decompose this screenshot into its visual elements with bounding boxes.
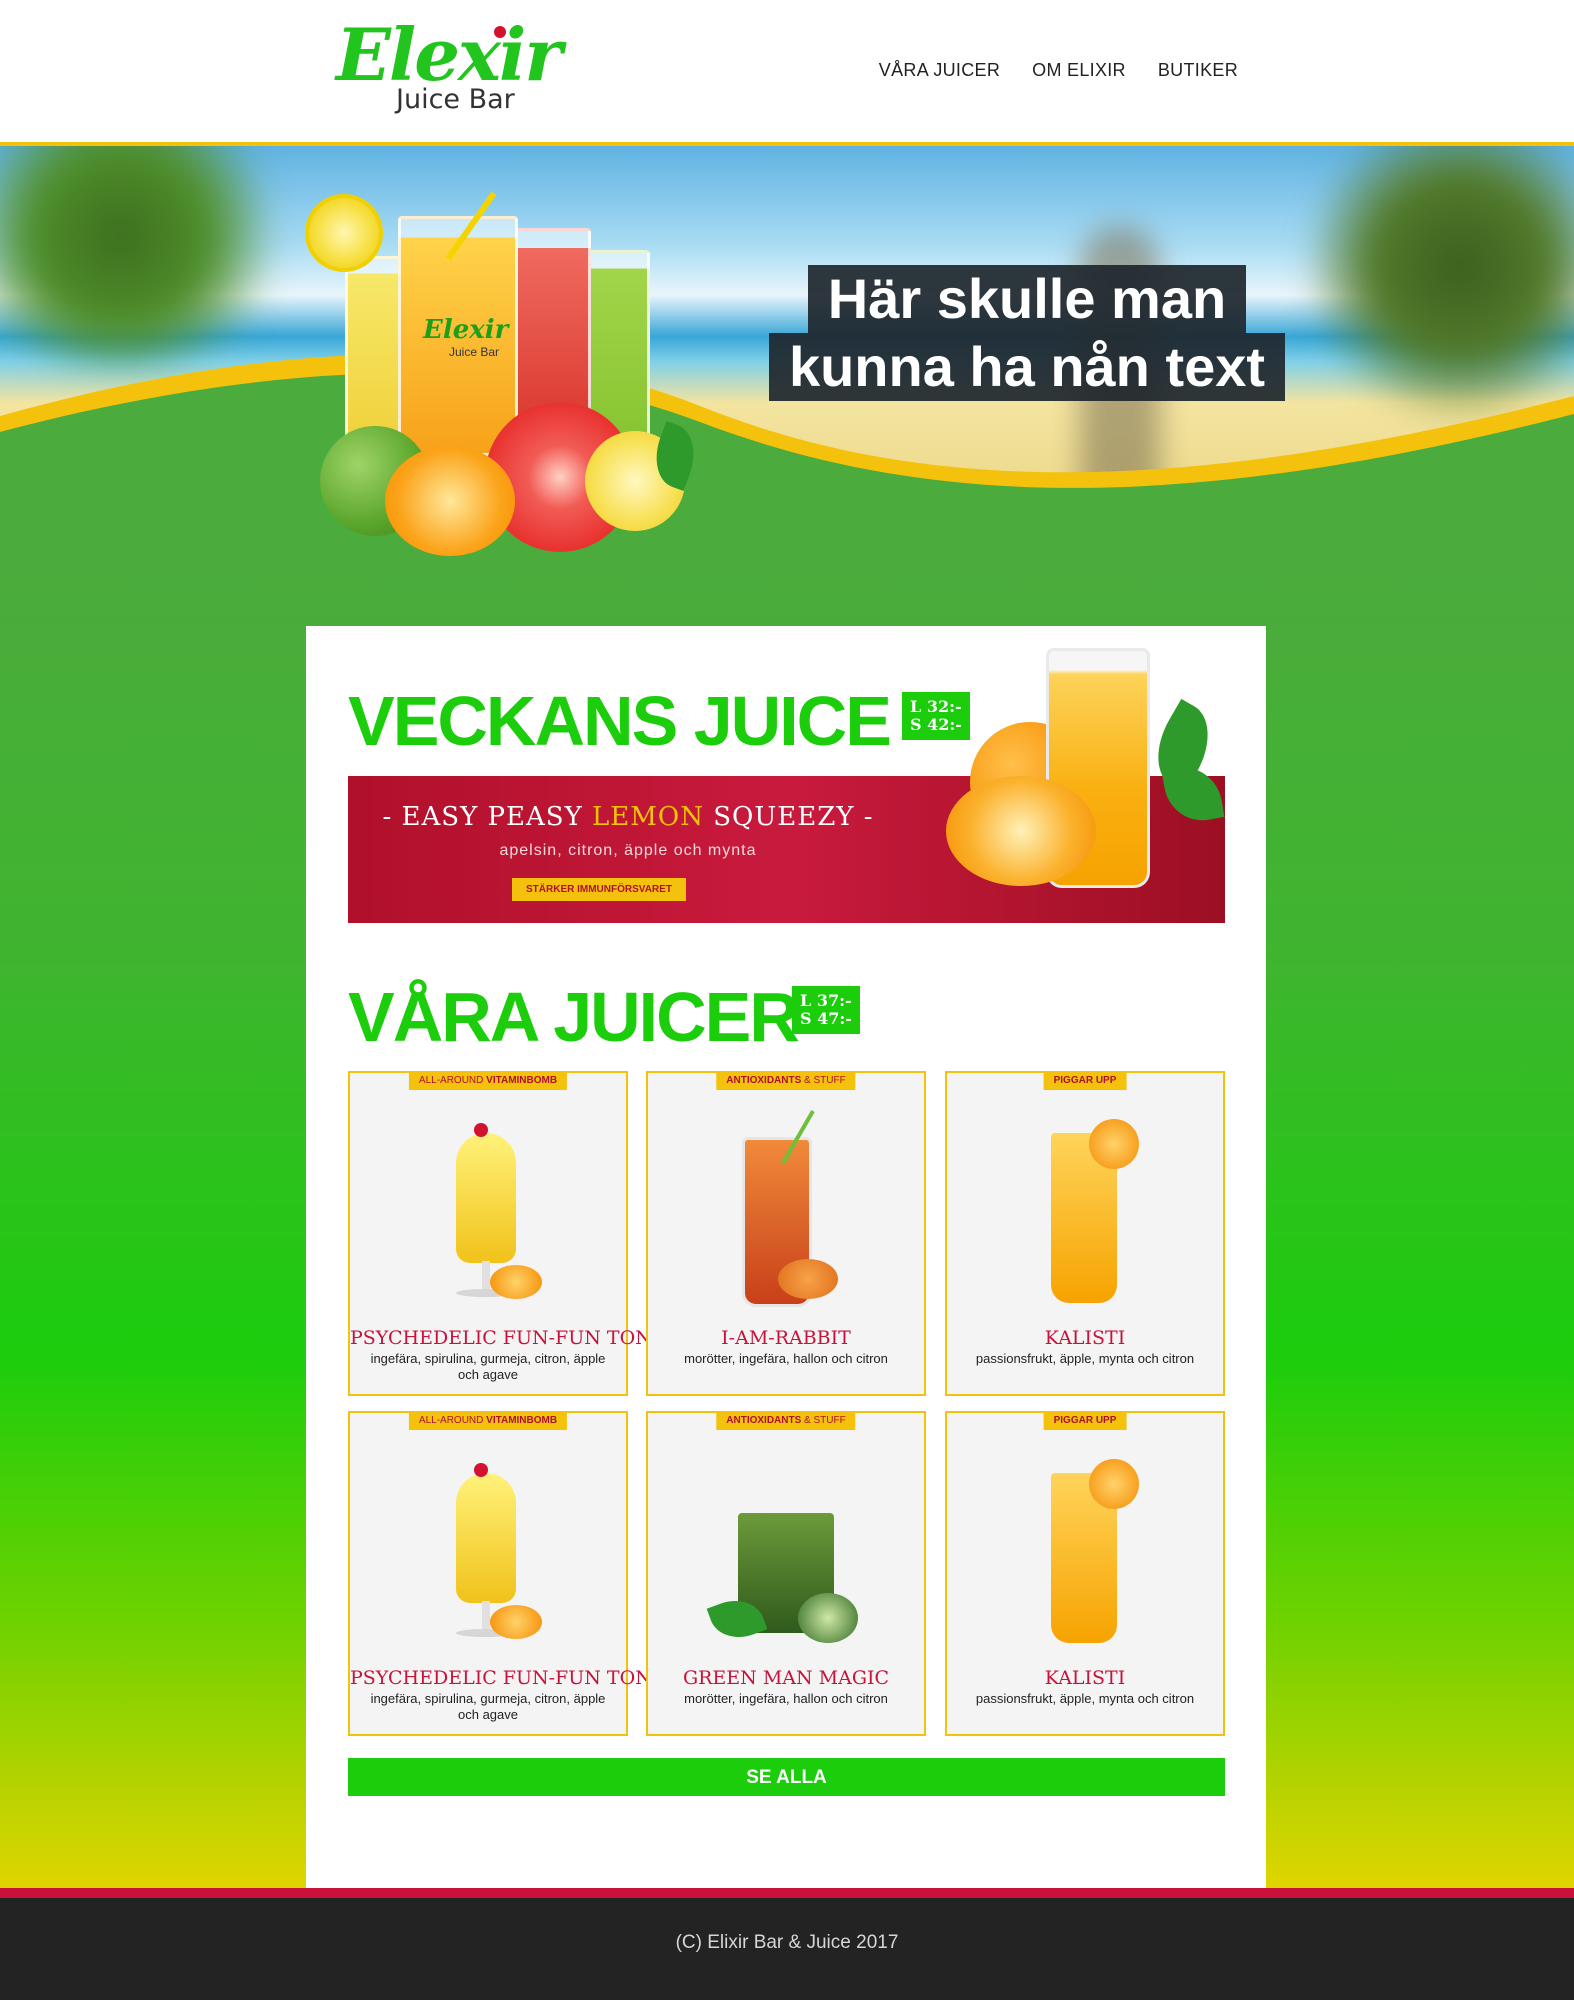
tag-highlight: VITAMINBOMB xyxy=(486,1075,558,1086)
juice-ingredients: passionsfrukt, äpple, mynta och citron xyxy=(975,1691,1195,1706)
juice-image-hurricane xyxy=(456,1133,516,1263)
nav-item-vara-juicer[interactable]: VÅRA JUICER xyxy=(879,60,1000,81)
juice-orange-slice xyxy=(490,1605,542,1639)
juice-tag: ANTIOXIDANTS & STUFF xyxy=(716,1071,856,1090)
tag-part: & STUFF xyxy=(801,1415,846,1426)
logo-subtitle: Juice Bar xyxy=(396,84,515,115)
juice-orange-slice xyxy=(490,1265,542,1299)
hero-line-1: Här skulle man xyxy=(807,265,1247,333)
nav-item-butiker[interactable]: BUTIKER xyxy=(1158,60,1238,81)
hero-glass-orange: Elexir Juice Bar xyxy=(398,216,518,456)
juice-cherry xyxy=(474,1123,488,1137)
tag-highlight: ANTIOXIDANTS xyxy=(726,1415,802,1426)
footer-stripe xyxy=(0,1888,1574,1898)
juice-card-2[interactable]: ANTIOXIDANTS & STUFF I-AM-RABBIT morötte… xyxy=(646,1071,926,1396)
hero-glass-sub: Juice Bar xyxy=(449,345,500,359)
nav-item-om-elixir[interactable]: OM ELIXIR xyxy=(1032,60,1126,81)
juice-cucumber-slices xyxy=(798,1593,858,1643)
promo-ingredients: apelsin, citron, äpple och mynta xyxy=(499,842,757,859)
promo-orange-half xyxy=(946,776,1096,886)
juice-ingredients: ingefära, spirulina, gurmeja, citron, äp… xyxy=(370,1351,606,1382)
tag-part: ALL-AROUND xyxy=(418,1415,487,1426)
juice-glass-stem xyxy=(482,1601,490,1631)
hero-line-2: kunna ha nån text xyxy=(768,333,1286,401)
weekly-price-small: S 42:- xyxy=(910,715,962,734)
logo-dot xyxy=(494,26,506,38)
logo[interactable]: Elexir Juice Bar xyxy=(336,12,562,122)
juice-name: PSYCHEDELIC FUN-FUN TONIK xyxy=(350,1667,674,1689)
juice-ingredients: morötter, ingefära, hallon och citron xyxy=(684,1351,888,1366)
tag-highlight: PIGGAR UPP xyxy=(1053,1415,1117,1426)
see-all-button[interactable]: SE ALLA xyxy=(348,1758,1225,1796)
juice-orange-garnish xyxy=(1089,1119,1139,1169)
hero-headline: Här skulle man kunna ha nån text xyxy=(757,265,1297,401)
juices-price-large: L 37:- xyxy=(800,991,852,1010)
juice-carrot-slices xyxy=(778,1259,838,1299)
tag-part: & STUFF xyxy=(801,1075,846,1086)
hero-glass-brand: Elexir xyxy=(423,315,509,345)
promo-title-accent: LEMON xyxy=(592,802,704,832)
site-header: Elexir Juice Bar VÅRA JUICER OM ELIXIR B… xyxy=(0,0,1574,146)
juice-card-3[interactable]: PIGGAR UPP KALISTI passionsfrukt, äpple,… xyxy=(945,1071,1225,1396)
juice-tag: ANTIOXIDANTS & STUFF xyxy=(716,1411,856,1430)
juices-price-small: S 47:- xyxy=(800,1009,852,1028)
juice-name: I-AM-RABBIT xyxy=(721,1327,851,1349)
juice-ingredients: passionsfrukt, äpple, mynta och citron xyxy=(975,1351,1195,1366)
promo-title-prefix: - EASY PEASY xyxy=(382,802,593,832)
footer-copyright: (C) Elixir Bar & Juice 2017 xyxy=(675,1932,899,1953)
tag-highlight: ANTIOXIDANTS xyxy=(726,1075,802,1086)
hero-glass-lemon xyxy=(345,256,405,446)
juice-orange-garnish xyxy=(1089,1459,1139,1509)
hero-lemon-slice xyxy=(305,194,383,272)
juice-cherry xyxy=(474,1463,488,1477)
juice-image-hurricane xyxy=(456,1473,516,1603)
juice-tag: ALL-AROUND VITAMINBOMB xyxy=(408,1411,568,1430)
juice-card-6[interactable]: PIGGAR UPP KALISTI passionsfrukt, äpple,… xyxy=(945,1411,1225,1736)
weekly-price-badge: L 32:- S 42:- xyxy=(902,692,970,740)
tag-highlight: VITAMINBOMB xyxy=(486,1415,558,1426)
tag-part: ALL-AROUND xyxy=(418,1075,487,1086)
juice-tag: PIGGAR UPP xyxy=(1043,1411,1127,1430)
juice-ingredients: morötter, ingefära, hallon och citron xyxy=(684,1691,888,1706)
promo-benefit-tag: STÄRKER IMMUNFÖRSVARET xyxy=(512,878,686,901)
juice-name: PSYCHEDELIC FUN-FUN TONIK xyxy=(350,1327,674,1349)
juice-card-4[interactable]: ALL-AROUND VITAMINBOMB PSYCHEDELIC FUN-F… xyxy=(348,1411,674,1736)
juice-tag: PIGGAR UPP xyxy=(1043,1071,1127,1090)
weekly-price-large: L 32:- xyxy=(910,697,962,716)
juice-ingredients: ingefära, spirulina, gurmeja, citron, äp… xyxy=(370,1691,606,1722)
juice-card-5[interactable]: ANTIOXIDANTS & STUFF GREEN MAN MAGIC mor… xyxy=(646,1411,926,1736)
juices-price-badge: L 37:- S 47:- xyxy=(792,986,860,1034)
our-juices-title: VÅRA JUICER xyxy=(348,978,800,1056)
main-content-card: VECKANS JUICE L 32:- S 42:- - EASY PEASY… xyxy=(306,626,1266,1890)
promo-title: - EASY PEASY LEMON SQUEEZY - xyxy=(348,802,908,832)
juice-glass-stem xyxy=(482,1261,490,1291)
juice-name: GREEN MAN MAGIC xyxy=(682,1667,890,1689)
weekly-juice-title: VECKANS JUICE xyxy=(348,682,892,760)
hero-orange-wedge xyxy=(385,446,515,556)
tag-highlight: PIGGAR UPP xyxy=(1053,1075,1117,1086)
juice-name: KALISTI xyxy=(1044,1667,1126,1689)
main-nav: VÅRA JUICER OM ELIXIR BUTIKER xyxy=(879,60,1238,81)
juice-name: KALISTI xyxy=(1044,1327,1126,1349)
hero-banner: Elexir Juice Bar Här skulle man kunna ha… xyxy=(0,146,1574,560)
promo-title-suffix: SQUEEZY - xyxy=(703,802,874,832)
juice-card-1[interactable]: ALL-AROUND VITAMINBOMB PSYCHEDELIC FUN-F… xyxy=(348,1071,674,1396)
juice-tag: ALL-AROUND VITAMINBOMB xyxy=(408,1071,568,1090)
site-footer: (C) Elixir Bar & Juice 2017 xyxy=(0,1898,1574,2000)
